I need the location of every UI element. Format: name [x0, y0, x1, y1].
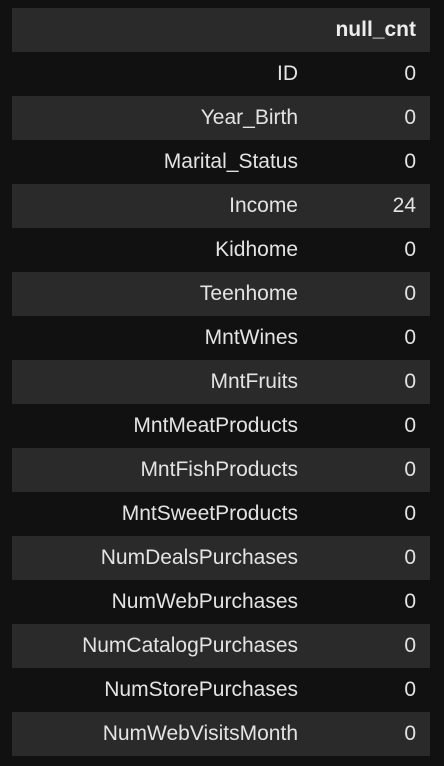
row-value: 0 [404, 414, 416, 437]
row-value: 0 [404, 502, 416, 525]
row-label: NumCatalogPurchases [82, 634, 298, 657]
table-row: Year_Birth 0 [12, 96, 430, 140]
row-label: Teenhome [199, 282, 298, 305]
row-label: NumWebPurchases [111, 590, 298, 613]
table-row: NumDealsPurchases 0 [12, 536, 430, 580]
table-row: NumWebVisitsMonth 0 [12, 712, 430, 756]
table-row: NumCatalogPurchases 0 [12, 624, 430, 668]
table-row: Marital_Status 0 [12, 140, 430, 184]
table-row: MntFishProducts 0 [12, 448, 430, 492]
table-row: Income 24 [12, 184, 430, 228]
row-label: NumStorePurchases [104, 678, 298, 701]
row-label: Year_Birth [200, 106, 298, 129]
table-row: MntSweetProducts 0 [12, 492, 430, 536]
table-row: MntWines 0 [12, 316, 430, 360]
row-value: 0 [404, 634, 416, 657]
row-label: Income [229, 194, 298, 217]
row-value: 0 [404, 678, 416, 701]
row-value: 0 [404, 326, 416, 349]
row-value: 0 [404, 62, 416, 85]
index-header [12, 8, 298, 52]
row-value: 0 [404, 590, 416, 613]
row-value: 0 [404, 370, 416, 393]
table-header-row: null_cnt [12, 8, 430, 52]
table-row: Kidhome 0 [12, 228, 430, 272]
null-count-table: null_cnt ID 0 Year_Birth 0 Marital_Statu… [12, 8, 430, 756]
row-value: 0 [404, 238, 416, 261]
table-row: NumStorePurchases 0 [12, 668, 430, 712]
row-label: ID [277, 62, 298, 85]
row-value: 0 [404, 282, 416, 305]
column-header-null-cnt: null_cnt [335, 18, 416, 41]
table-row: MntMeatProducts 0 [12, 404, 430, 448]
row-label: NumDealsPurchases [100, 546, 298, 569]
table-row: ID 0 [12, 52, 430, 96]
table-row: Teenhome 0 [12, 272, 430, 316]
row-value: 0 [404, 150, 416, 173]
dataframe-output: null_cnt ID 0 Year_Birth 0 Marital_Statu… [0, 0, 444, 766]
row-value: 0 [404, 106, 416, 129]
table-row: NumWebPurchases 0 [12, 580, 430, 624]
row-label: Kidhome [215, 238, 298, 261]
row-label: MntSweetProducts [121, 502, 298, 525]
row-label: Marital_Status [163, 150, 298, 173]
row-label: NumWebVisitsMonth [102, 722, 298, 745]
row-label: MntFishProducts [140, 458, 298, 481]
row-value: 0 [404, 546, 416, 569]
table-row: MntFruits 0 [12, 360, 430, 404]
row-label: MntWines [204, 326, 298, 349]
row-value: 0 [404, 722, 416, 745]
row-label: MntFruits [210, 370, 298, 393]
row-label: MntMeatProducts [133, 414, 298, 437]
row-value: 24 [392, 194, 416, 217]
row-value: 0 [404, 458, 416, 481]
